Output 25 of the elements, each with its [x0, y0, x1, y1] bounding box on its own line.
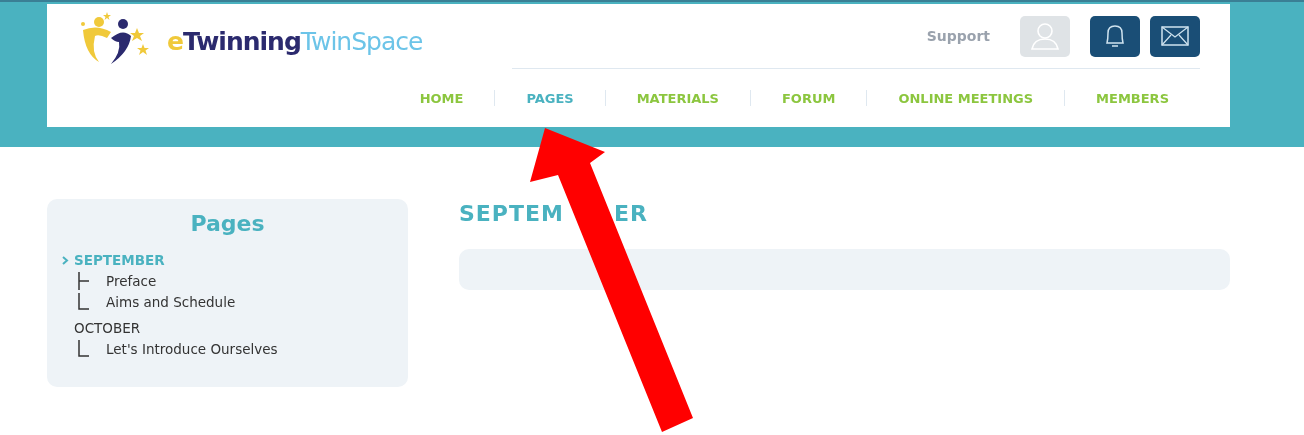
nav-link[interactable]: ONLINE MEETINGS [867, 90, 1065, 106]
nav-link[interactable]: HOME [388, 90, 495, 106]
chevron-icon [61, 255, 70, 265]
tree-connector-icon [77, 292, 91, 311]
envelope-icon [1160, 25, 1190, 47]
user-icon [1030, 22, 1060, 50]
subpage-link[interactable]: Let's Introduce Ourselves [106, 340, 278, 357]
bell-icon [1103, 23, 1127, 49]
tree-connector-icon [77, 271, 91, 290]
page-link[interactable]: SEPTEMBER [74, 252, 165, 268]
subpage-link[interactable]: Aims and Schedule [106, 293, 236, 310]
nav-link[interactable]: MATERIALS [605, 90, 750, 106]
nav-link[interactable]: PAGES [495, 90, 605, 106]
panel-title: Pages [189, 211, 266, 236]
messages-button[interactable] [1150, 15, 1200, 57]
logo-text: eTwinningTwinSpace [167, 26, 423, 56]
subpage-link[interactable]: Preface [106, 272, 157, 289]
page-link[interactable]: OCTOBER [74, 320, 141, 336]
nav-link[interactable]: FORUM [751, 90, 867, 106]
nav-link[interactable]: MEMBERS [1065, 90, 1200, 106]
support-link[interactable]: Support [926, 28, 990, 44]
page-title: ER [613, 201, 648, 226]
tree-connector-icon [77, 339, 91, 358]
page-title: SEPTEM [459, 201, 564, 226]
notifications-button[interactable] [1090, 15, 1140, 57]
